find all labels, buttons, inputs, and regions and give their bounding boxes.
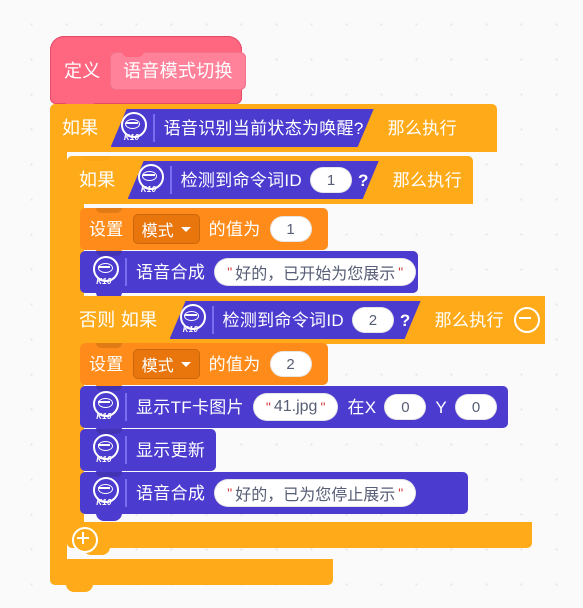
- variable-dropdown-1[interactable]: 模式: [132, 214, 200, 244]
- tf-filename-input[interactable]: " 41.jpg ": [252, 393, 339, 421]
- minus-circle-icon[interactable]: [513, 307, 540, 333]
- block-divider: [170, 166, 172, 194]
- set-variable-mode-1[interactable]: 设置 模式 的值为 1: [80, 208, 328, 257]
- close-quote: ": [398, 264, 404, 280]
- command-id-1-input[interactable]: 1: [310, 167, 352, 193]
- plus-circle-icon[interactable]: [72, 527, 98, 553]
- procedure-prototype[interactable]: 语音模式切换: [110, 51, 246, 90]
- blocks-workspace[interactable]: 定义 语音模式切换 如果 K10 语音识别当前状态为唤醒? 那么执行 如果 K1…: [0, 0, 583, 608]
- variable-dropdown-2-value: 模式: [141, 358, 174, 375]
- k10-icon-label: K10: [140, 185, 157, 194]
- k10-device-icon: K10: [89, 256, 119, 288]
- else-if-footer[interactable]: [67, 522, 532, 555]
- open-quote: ": [227, 264, 233, 280]
- if-inner-then-label: 那么执行: [392, 170, 462, 190]
- k10-icon-label: K10: [182, 325, 199, 334]
- speech-text-input-stop[interactable]: " 好的，已为您停止展示 ": [214, 479, 417, 507]
- if-outer-keyword: 如果: [62, 118, 99, 138]
- if-inner-keyword: 如果: [79, 170, 116, 190]
- define-keyword-label: 定义: [64, 61, 101, 81]
- if-outer-footer[interactable]: [50, 559, 333, 592]
- x-coord-input[interactable]: 0: [384, 394, 427, 420]
- speech-synthesis-stop-label: 语音合成: [136, 483, 206, 503]
- y-coord-label: Y: [435, 397, 448, 417]
- chevron-down-icon: [180, 226, 191, 232]
- k10-icon-label: K10: [96, 412, 112, 421]
- if-inner-header[interactable]: 如果 K10 检测到命令词ID 1 ? 那么执行: [67, 156, 473, 204]
- set-keyword-2: 设置: [89, 354, 124, 374]
- if-outer-spine: [50, 152, 67, 559]
- variable-dropdown-1-value: 模式: [141, 223, 174, 240]
- speech-text-value-stop: 好的，已为您停止展示: [235, 487, 396, 504]
- set-value-input-1[interactable]: 1: [269, 216, 312, 242]
- y-coord-input[interactable]: 0: [455, 394, 498, 420]
- condition-command-id-1[interactable]: K10 检测到命令词ID 1 ?: [128, 161, 379, 199]
- if-outer-then-label: 那么执行: [387, 118, 457, 138]
- block-divider: [153, 114, 155, 142]
- set-keyword-1: 设置: [89, 219, 124, 239]
- procedure-name-label: 语音模式切换: [123, 61, 233, 81]
- question-mark-1: ?: [358, 170, 369, 190]
- show-tf-card-image-label: 显示TF卡图片: [136, 397, 244, 417]
- close-quote: ": [398, 485, 404, 501]
- x-coord-label: 在X: [347, 397, 377, 417]
- else-if-header[interactable]: 否则 如果 K10 检测到命令词ID 2 ? 那么执行: [67, 296, 545, 344]
- speech-synthesis-start-label: 语音合成: [136, 262, 206, 282]
- block-divider: [125, 258, 127, 286]
- variable-dropdown-2[interactable]: 模式: [132, 349, 200, 379]
- display-update-label: 显示更新: [136, 440, 206, 460]
- k10-device-icon: K10: [134, 164, 164, 196]
- speech-synthesis-stop[interactable]: K10 语音合成 " 好的，已为您停止展示 ": [80, 472, 468, 521]
- condition-command-id-1-label: 检测到命令词ID: [180, 170, 303, 190]
- stack-top-tab: [96, 343, 122, 348]
- set-variable-mode-2[interactable]: 设置 模式 的值为 2: [80, 343, 328, 392]
- stack-bottom-tab: [96, 513, 122, 521]
- close-quote: ": [320, 399, 326, 415]
- set-value-input-2[interactable]: 2: [269, 351, 312, 377]
- block-divider: [125, 479, 127, 507]
- block-divider: [125, 436, 127, 464]
- set-middle-1: 的值为: [208, 219, 261, 239]
- k10-icon-label: K10: [96, 277, 112, 286]
- speech-text-value-start: 好的，已开始为您展示: [235, 266, 396, 283]
- block-divider: [125, 393, 127, 421]
- set-middle-2: 的值为: [208, 354, 261, 374]
- speech-synthesis-start[interactable]: K10 语音合成 " 好的，已开始为您展示 ": [80, 251, 418, 300]
- k10-device-icon: K10: [89, 434, 119, 466]
- else-if-keyword: 否则 如果: [79, 310, 158, 330]
- k10-icon-label: K10: [96, 455, 112, 464]
- speech-text-input-start[interactable]: " 好的，已开始为您展示 ": [214, 258, 417, 286]
- open-quote: ": [227, 485, 233, 501]
- display-update-block[interactable]: K10 显示更新: [80, 429, 216, 478]
- if-inner-top-tab: [83, 156, 110, 161]
- condition-voice-awake-label: 语音识别当前状态为唤醒?: [163, 118, 364, 138]
- if-outer-bottom-tab: [66, 584, 93, 592]
- k10-device-icon: K10: [89, 391, 119, 423]
- else-if-then-label: 那么执行: [434, 310, 504, 330]
- question-mark-2: ?: [399, 310, 411, 330]
- show-tf-card-image[interactable]: K10 显示TF卡图片 " 41.jpg " 在X 0 Y 0: [80, 386, 508, 435]
- define-hat-block[interactable]: 定义 语音模式切换: [50, 36, 246, 110]
- k10-device-icon: K10: [89, 477, 119, 509]
- chevron-down-icon: [180, 361, 191, 367]
- k10-icon-label: K10: [96, 498, 112, 507]
- block-divider: [212, 306, 214, 334]
- command-id-2-input[interactable]: 2: [352, 307, 394, 333]
- k10-device-icon: K10: [117, 112, 147, 144]
- condition-voice-awake[interactable]: K10 语音识别当前状态为唤醒?: [111, 109, 374, 147]
- open-quote: ": [265, 399, 271, 415]
- prototype-top-notch: [122, 51, 144, 57]
- k10-icon-label: K10: [123, 133, 140, 142]
- tf-filename-value: 41.jpg: [273, 398, 318, 415]
- k10-device-icon: K10: [176, 304, 206, 336]
- condition-command-id-2-label: 检测到命令词ID: [222, 310, 344, 330]
- condition-command-id-2[interactable]: K10 检测到命令词ID 2 ?: [170, 301, 421, 339]
- stack-top-tab: [96, 208, 122, 213]
- if-outer-header[interactable]: 如果 K10 语音识别当前状态为唤醒? 那么执行: [50, 104, 497, 152]
